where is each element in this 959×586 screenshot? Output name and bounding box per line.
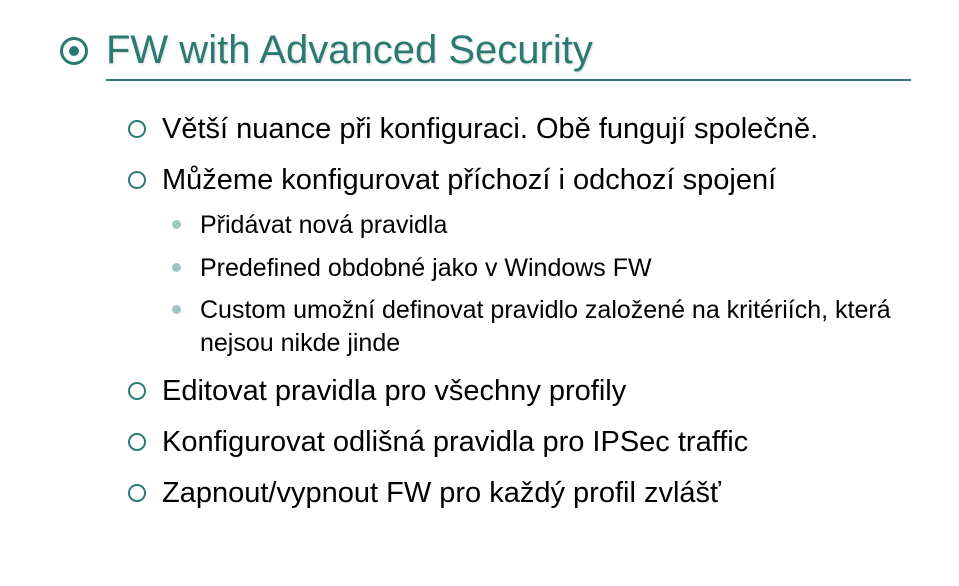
slide-title: FW with Advanced Security [106, 28, 593, 73]
bullet-text: Konfigurovat odlišná pravidla pro IPSec … [162, 426, 748, 458]
sub-list-item: Custom umožní definovat pravidlo založen… [172, 294, 911, 359]
sub-bullet-text: Přidávat nová pravidla [200, 211, 447, 239]
title-row: FW with Advanced Security [60, 28, 911, 73]
list-item: Můžeme konfigurovat příchozí i odchozí s… [128, 162, 911, 359]
title-underline [106, 79, 911, 81]
bullet-list: Větší nuance při konfiguraci. Obě funguj… [60, 111, 911, 513]
list-item: Editovat pravidla pro všechny profily [128, 373, 911, 410]
bullet-text: Editovat pravidla pro všechny profily [162, 375, 626, 407]
list-item: Větší nuance při konfiguraci. Obě funguj… [128, 111, 911, 148]
bullet-text: Můžeme konfigurovat příchozí i odchozí s… [162, 164, 776, 196]
sub-bullet-text: Custom umožní definovat pravidlo založen… [200, 296, 891, 357]
title-bullet-icon [60, 37, 88, 65]
bullet-text: Větší nuance při konfiguraci. Obě funguj… [162, 113, 818, 145]
sub-bullet-text: Predefined obdobné jako v Windows FW [200, 254, 652, 282]
sub-list: Přidávat nová pravidla Predefined obdobn… [162, 209, 911, 359]
bullet-text: Zapnout/vypnout FW pro každý profil zvlá… [162, 477, 721, 509]
sub-list-item: Přidávat nová pravidla [172, 209, 911, 242]
list-item: Zapnout/vypnout FW pro každý profil zvlá… [128, 475, 911, 512]
sub-list-item: Predefined obdobné jako v Windows FW [172, 252, 911, 285]
list-item: Konfigurovat odlišná pravidla pro IPSec … [128, 424, 911, 461]
